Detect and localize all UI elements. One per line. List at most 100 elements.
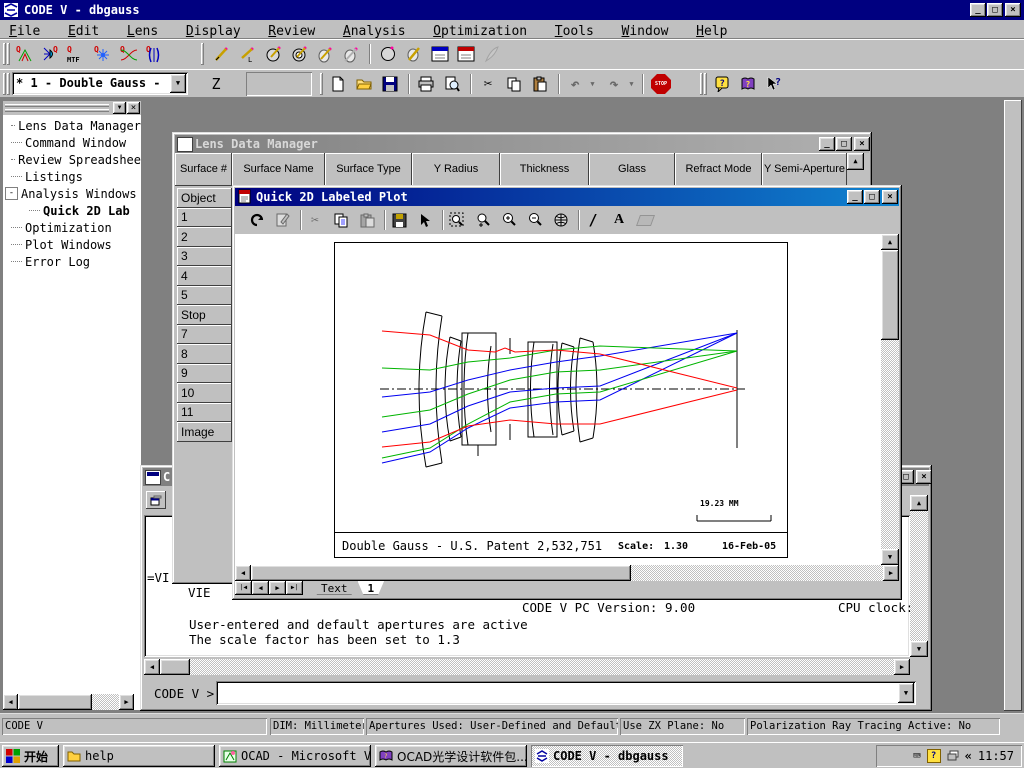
- restore-button[interactable]: □: [987, 3, 1003, 17]
- plot-horizontal-scrollbar[interactable]: ◀ ▶: [235, 565, 899, 581]
- undo-icon[interactable]: ↶: [564, 72, 586, 96]
- context-help-icon[interactable]: ?: [762, 72, 786, 96]
- tree-item-plot-windows[interactable]: Plot Windows: [3, 236, 141, 253]
- ldm-row-10[interactable]: 10: [177, 383, 232, 403]
- tray-display-icon[interactable]: [947, 750, 959, 762]
- plot-copy-icon[interactable]: [330, 209, 352, 231]
- scroll-right-button[interactable]: ▶: [894, 659, 910, 675]
- pointer-tool-icon[interactable]: [414, 209, 436, 231]
- command-close-button[interactable]: ×: [916, 470, 932, 484]
- wand-lens-icon[interactable]: L: [235, 41, 261, 67]
- command-vertical-scrollbar[interactable]: ▲ ▼: [910, 495, 928, 657]
- prev-page-button[interactable]: ◀: [252, 581, 269, 595]
- toolbar-gripper[interactable]: [3, 43, 6, 65]
- command-horizontal-scrollbar[interactable]: ◀ ▶: [144, 659, 910, 675]
- scroll-left-button[interactable]: ◀: [235, 565, 251, 581]
- menu-window[interactable]: Window: [613, 23, 678, 40]
- ldm-row-5[interactable]: 5: [177, 286, 232, 306]
- command-window-icon[interactable]: [145, 470, 161, 485]
- tree-panel-pin-button[interactable]: ▼: [113, 102, 126, 114]
- start-button[interactable]: 开始: [2, 745, 59, 767]
- scroll-thumb[interactable]: [251, 565, 631, 581]
- toolbar-gripper[interactable]: [7, 73, 10, 95]
- ldm-maximize-button[interactable]: □: [836, 137, 852, 151]
- plot-cut-icon[interactable]: ✂: [304, 209, 326, 231]
- zoom-in-icon[interactable]: [498, 209, 520, 231]
- scroll-thumb[interactable]: [18, 694, 92, 710]
- ldm-minimize-button[interactable]: _: [819, 137, 835, 151]
- ldm-column-y-radius[interactable]: Y Radius: [412, 153, 500, 186]
- ldm-row-2[interactable]: 2: [177, 227, 232, 247]
- ldm-row-3[interactable]: 3: [177, 247, 232, 267]
- lens-module-wand-icon-2[interactable]: [287, 41, 313, 67]
- redo-dropdown-icon[interactable]: ▼: [625, 72, 638, 96]
- ldm-titlebar[interactable]: Lens Data Manager _ □ ×: [175, 135, 869, 153]
- copy-icon[interactable]: [502, 72, 526, 96]
- surface-wand-icon-1[interactable]: [313, 41, 339, 67]
- zoom-position-button[interactable]: Z: [204, 72, 228, 96]
- tray-help-icon[interactable]: ?: [927, 749, 941, 763]
- line-tool-icon[interactable]: /: [582, 209, 604, 231]
- last-page-button[interactable]: ▶|: [286, 581, 303, 595]
- quick-ray-aberration-icon[interactable]: Q: [116, 41, 142, 67]
- save-icon[interactable]: [378, 72, 402, 96]
- quick-field-plot-icon[interactable]: Q: [142, 41, 168, 67]
- ldm-row-4[interactable]: 4: [177, 266, 232, 286]
- plot-paste-icon[interactable]: [356, 209, 378, 231]
- ldm-column-surface-name[interactable]: Surface Name: [232, 153, 325, 186]
- plot-document-icon[interactable]: [237, 189, 252, 204]
- lens-selector-dropdown-button[interactable]: ▼: [170, 74, 186, 93]
- taskbar-task-ocad-vi[interactable]: OCAD - Microsoft Vi...: [219, 745, 371, 767]
- plot-minimize-button[interactable]: _: [847, 190, 863, 204]
- redo-icon[interactable]: ↷: [603, 72, 625, 96]
- tab-text[interactable]: Text: [311, 581, 358, 595]
- scroll-up-button[interactable]: ▲: [881, 234, 899, 250]
- tree-item-command-window[interactable]: Command Window: [3, 134, 141, 151]
- lens-element-icon[interactable]: [375, 41, 401, 67]
- tree-item-listings[interactable]: Listings: [3, 168, 141, 185]
- ldm-column-surface-number[interactable]: Surface #: [175, 153, 232, 186]
- minimize-button[interactable]: _: [970, 3, 986, 17]
- scroll-left-button[interactable]: ◀: [3, 694, 18, 710]
- plot-titlebar[interactable]: Quick 2D Labeled Plot _ □ ×: [235, 188, 899, 206]
- ldm-column-surface-type[interactable]: Surface Type: [325, 153, 412, 186]
- menu-tools[interactable]: Tools: [546, 23, 603, 40]
- lens-module-wand-icon-1[interactable]: [261, 41, 287, 67]
- command-mini-toolbar-icon[interactable]: [146, 491, 166, 509]
- quick-fan-plot-icon[interactable]: Q: [38, 41, 64, 67]
- wand-surface-icon[interactable]: [209, 41, 235, 67]
- tree-panel-close-button[interactable]: ×: [127, 102, 140, 114]
- toolbar-gripper[interactable]: [201, 43, 204, 65]
- ldm-column-refract-mode[interactable]: Refract Mode: [675, 153, 762, 186]
- tab-1[interactable]: 1: [358, 581, 385, 595]
- tree-panel-grip[interactable]: [5, 109, 109, 112]
- ldm-row-9[interactable]: 9: [177, 364, 232, 384]
- toolbar-gripper[interactable]: [320, 73, 323, 95]
- scroll-left-button[interactable]: ◀: [144, 659, 160, 675]
- scroll-down-button[interactable]: ▼: [881, 549, 899, 565]
- plot-canvas[interactable]: 19.23 MM Double Gauss - U.S. Patent 2,53…: [235, 234, 881, 565]
- ldm-column-glass[interactable]: Glass: [589, 153, 675, 186]
- pencil-icon[interactable]: [401, 41, 427, 67]
- tree-panel-grip[interactable]: [5, 104, 109, 107]
- ldm-column-thickness[interactable]: Thickness: [500, 153, 589, 186]
- plot-properties-icon[interactable]: [272, 209, 294, 231]
- menu-review[interactable]: Review: [259, 23, 324, 40]
- lens-selector-combobox[interactable]: * 1 - Double Gauss - U.S. P ▼: [12, 72, 188, 95]
- new-file-icon[interactable]: [326, 72, 350, 96]
- ldm-row-stop[interactable]: Stop: [177, 305, 232, 325]
- menu-lens[interactable]: Lens: [118, 23, 167, 40]
- toolbar-gripper[interactable]: [3, 73, 6, 95]
- stop-sign-icon[interactable]: STOP: [648, 72, 674, 96]
- ldm-row-8[interactable]: 8: [177, 344, 232, 364]
- tree-item-optimization[interactable]: Optimization: [3, 219, 141, 236]
- codev-app-icon[interactable]: [3, 2, 19, 18]
- ldm-row-image[interactable]: Image: [177, 422, 232, 442]
- scroll-up-button[interactable]: ▲: [910, 495, 928, 511]
- next-page-button[interactable]: ▶: [269, 581, 286, 595]
- ldm-scroll-up-button[interactable]: ▲: [847, 153, 864, 170]
- print-icon[interactable]: [414, 72, 438, 96]
- ldm-row-1[interactable]: 1: [177, 208, 232, 228]
- plot-vertical-scrollbar[interactable]: ▲ ▼: [881, 234, 899, 565]
- menu-file[interactable]: File: [0, 23, 49, 40]
